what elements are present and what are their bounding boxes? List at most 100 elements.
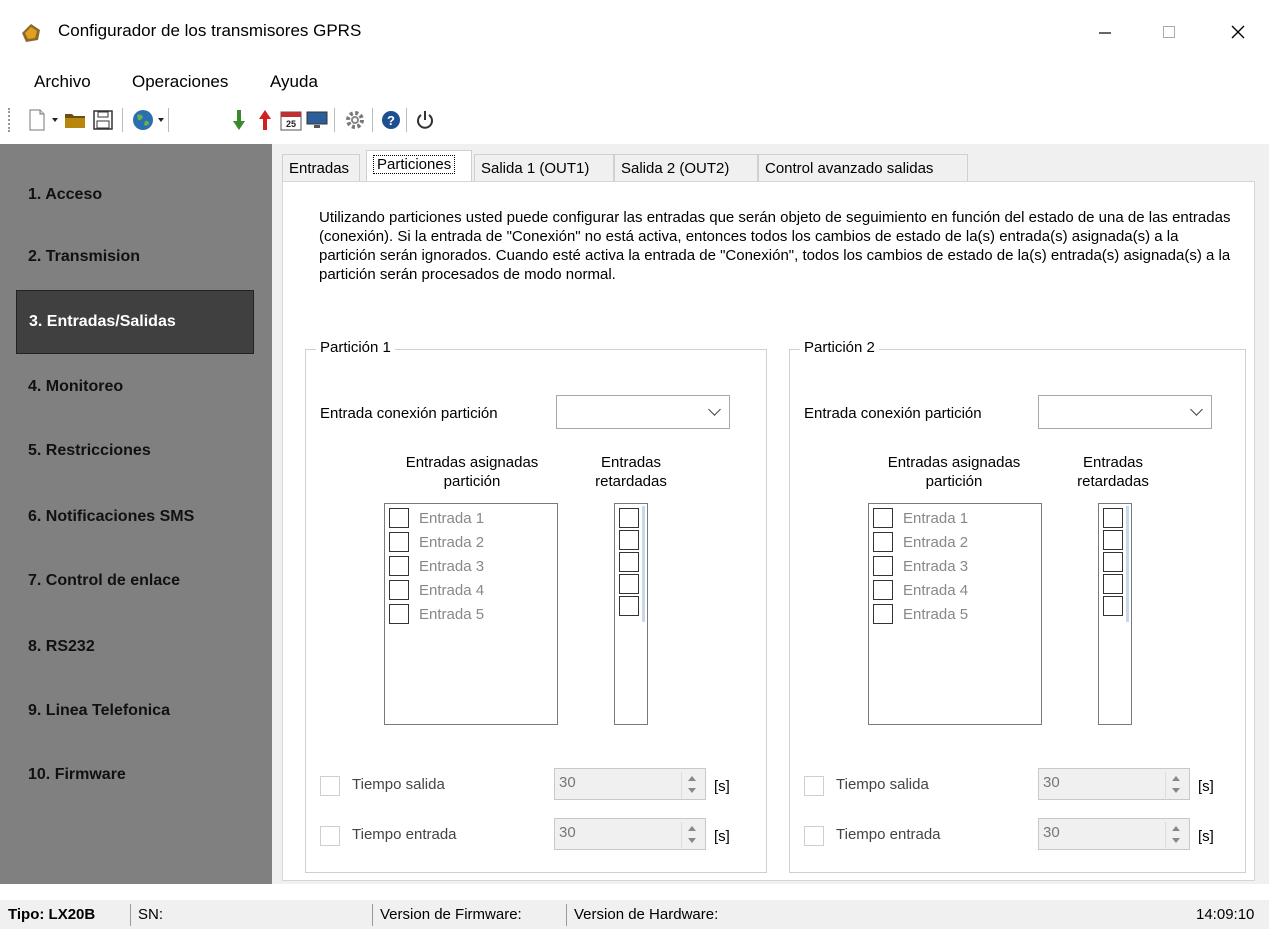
- list-item[interactable]: [619, 507, 639, 529]
- checkbox[interactable]: [1103, 596, 1123, 616]
- tab-control-avanzado[interactable]: Control avanzado salidas: [758, 154, 968, 182]
- partition-1-title: Partición 1: [316, 339, 395, 356]
- spin-down-icon[interactable]: [688, 838, 696, 843]
- sidebar-item-control-enlace[interactable]: 7. Control de enlace: [28, 572, 180, 590]
- sidebar-item-rs232[interactable]: 8. RS232: [28, 638, 95, 656]
- close-icon[interactable]: [1215, 14, 1261, 50]
- partition-2-exit-time-checkbox[interactable]: [804, 776, 824, 796]
- checkbox[interactable]: [1103, 574, 1123, 594]
- list-item[interactable]: Entrada 1: [389, 507, 484, 529]
- globe-icon[interactable]: [130, 106, 156, 134]
- checkbox[interactable]: [619, 530, 639, 550]
- sidebar-item-transmision[interactable]: 2. Transmision: [28, 248, 140, 266]
- upload-arrow-icon[interactable]: [252, 106, 278, 134]
- checkbox[interactable]: [873, 604, 893, 624]
- power-icon[interactable]: [412, 106, 438, 134]
- list-item[interactable]: Entrada 2: [873, 531, 968, 553]
- checkbox[interactable]: [1103, 530, 1123, 550]
- checkbox[interactable]: [873, 580, 893, 600]
- list-item[interactable]: Entrada 2: [389, 531, 484, 553]
- checkbox[interactable]: [619, 574, 639, 594]
- checkbox[interactable]: [619, 552, 639, 572]
- list-item[interactable]: [619, 573, 639, 595]
- list-item[interactable]: Entrada 3: [873, 555, 968, 577]
- checkbox[interactable]: [1103, 552, 1123, 572]
- checkbox[interactable]: [389, 604, 409, 624]
- list-item[interactable]: [619, 529, 639, 551]
- list-item[interactable]: [1103, 595, 1123, 617]
- tab-salida-2[interactable]: Salida 2 (OUT2): [614, 154, 758, 182]
- checkbox[interactable]: [389, 532, 409, 552]
- list-item[interactable]: [619, 551, 639, 573]
- minimize-icon[interactable]: [1082, 14, 1128, 50]
- checkbox[interactable]: [1103, 508, 1123, 528]
- tab-particiones[interactable]: Particiones: [366, 150, 472, 182]
- checkbox[interactable]: [389, 508, 409, 528]
- partition-2-entry-time-stepper[interactable]: 30: [1038, 818, 1190, 850]
- sidebar-item-entradas-salidas[interactable]: 3. Entradas/Salidas: [16, 290, 254, 354]
- tab-entradas[interactable]: Entradas: [282, 154, 360, 182]
- new-dropdown-caret[interactable]: [52, 118, 58, 122]
- list-item[interactable]: Entrada 5: [873, 603, 968, 625]
- status-firmware: Version de Firmware:: [380, 906, 522, 923]
- list-item[interactable]: Entrada 3: [389, 555, 484, 577]
- partition-2-connection-select[interactable]: [1038, 395, 1212, 429]
- partition-2-entry-time-checkbox[interactable]: [804, 826, 824, 846]
- list-item[interactable]: Entrada 1: [873, 507, 968, 529]
- unit-label: [s]: [1198, 828, 1214, 845]
- sidebar-item-notificaciones-sms[interactable]: 6. Notificaciones SMS: [28, 508, 194, 526]
- sidebar-item-firmware[interactable]: 10. Firmware: [28, 766, 126, 784]
- new-file-icon[interactable]: [24, 106, 50, 134]
- save-icon[interactable]: [90, 106, 116, 134]
- download-arrow-icon[interactable]: [226, 106, 252, 134]
- list-item[interactable]: Entrada 4: [873, 579, 968, 601]
- menu-operaciones[interactable]: Operaciones: [132, 72, 228, 92]
- list-item[interactable]: [1103, 573, 1123, 595]
- spin-down-icon[interactable]: [1172, 838, 1180, 843]
- list-item[interactable]: [619, 595, 639, 617]
- monitor-icon[interactable]: [304, 106, 330, 134]
- tab-salida-1[interactable]: Salida 1 (OUT1): [474, 154, 614, 182]
- partition-1-exit-time-checkbox[interactable]: [320, 776, 340, 796]
- menu-ayuda[interactable]: Ayuda: [270, 72, 318, 92]
- globe-dropdown-caret[interactable]: [158, 118, 164, 122]
- checkbox[interactable]: [619, 596, 639, 616]
- spin-up-icon[interactable]: [1172, 826, 1180, 831]
- partition-1-entry-time-stepper[interactable]: 30: [554, 818, 706, 850]
- checkbox[interactable]: [873, 508, 893, 528]
- spin-up-icon[interactable]: [688, 826, 696, 831]
- sidebar-item-acceso[interactable]: 1. Acceso: [28, 186, 102, 204]
- menu-archivo[interactable]: Archivo: [34, 72, 91, 92]
- unit-label: [s]: [1198, 778, 1214, 795]
- maximize-icon[interactable]: [1146, 14, 1192, 50]
- calendar-icon[interactable]: 25: [278, 106, 304, 134]
- checkbox[interactable]: [619, 508, 639, 528]
- svg-text:?: ?: [387, 113, 395, 128]
- partition-1-entry-time-checkbox[interactable]: [320, 826, 340, 846]
- spin-up-icon[interactable]: [1172, 776, 1180, 781]
- list-item[interactable]: Entrada 4: [389, 579, 484, 601]
- sidebar-item-restricciones[interactable]: 5. Restricciones: [28, 442, 151, 460]
- checkbox[interactable]: [389, 580, 409, 600]
- sidebar-item-monitoreo[interactable]: 4. Monitoreo: [28, 378, 123, 396]
- list-scroll-indicator: [1126, 506, 1129, 622]
- list-item[interactable]: [1103, 507, 1123, 529]
- spin-up-icon[interactable]: [688, 776, 696, 781]
- tab-page-particiones: Utilizando particiones usted puede confi…: [282, 181, 1255, 881]
- sidebar-item-linea-telefonica[interactable]: 9. Linea Telefonica: [28, 702, 170, 720]
- partition-1-exit-time-stepper[interactable]: 30: [554, 768, 706, 800]
- partition-2-exit-time-stepper[interactable]: 30: [1038, 768, 1190, 800]
- list-item[interactable]: [1103, 551, 1123, 573]
- list-item[interactable]: [1103, 529, 1123, 551]
- checkbox[interactable]: [389, 556, 409, 576]
- partitions-description: Utilizando particiones usted puede confi…: [319, 209, 1231, 283]
- settings-gear-icon[interactable]: [342, 106, 368, 134]
- open-folder-icon[interactable]: [62, 106, 88, 134]
- spin-down-icon[interactable]: [688, 788, 696, 793]
- partition-1-connection-select[interactable]: [556, 395, 730, 429]
- checkbox[interactable]: [873, 556, 893, 576]
- checkbox[interactable]: [873, 532, 893, 552]
- list-item[interactable]: Entrada 5: [389, 603, 484, 625]
- spin-down-icon[interactable]: [1172, 788, 1180, 793]
- help-icon[interactable]: ?: [378, 106, 404, 134]
